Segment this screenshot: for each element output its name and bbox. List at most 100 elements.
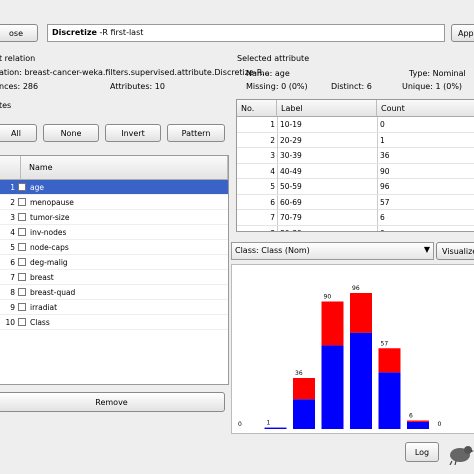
- type-label: Type:: [409, 69, 431, 78]
- log-button-label: Log: [414, 447, 430, 457]
- label-count-row-label: 20-29: [280, 135, 302, 145]
- attribute-row[interactable]: 10 Class: [0, 315, 228, 330]
- label-count-row[interactable]: 4 40-49 90: [237, 163, 474, 179]
- label-count-header-count[interactable]: Count: [377, 100, 474, 117]
- filter-name: Discretize: [52, 28, 97, 37]
- attribute-row-name: breast: [30, 273, 54, 282]
- label-count-row[interactable]: 3 30-39 36: [237, 148, 474, 164]
- attribute-checkbox[interactable]: [18, 183, 26, 191]
- attribute-checkbox[interactable]: [18, 303, 26, 311]
- attribute-checkbox[interactable]: [18, 243, 26, 251]
- visualize-button[interactable]: Visualize: [436, 242, 474, 260]
- attribute-row[interactable]: 4 inv-nodes: [0, 225, 228, 240]
- label-count-row-count: 96: [380, 182, 390, 191]
- label-count-row-label: 30-39: [280, 151, 302, 160]
- label-count-row-label: 60-69: [280, 197, 302, 207]
- attribute-row-name: age: [30, 183, 44, 192]
- attribute-checkbox[interactable]: [18, 288, 26, 296]
- attributes-table: Name 1 age 2 menopause 3 tumor-size 4 inv-nodes…: [0, 155, 229, 385]
- pattern-button[interactable]: Pattern: [167, 124, 225, 142]
- column-divider: [377, 225, 378, 231]
- all-button[interactable]: All: [0, 124, 37, 142]
- histogram-value-label: 1: [267, 420, 271, 427]
- attribute-checkbox[interactable]: [18, 318, 26, 326]
- attributes-count-label: Attributes:: [110, 82, 153, 91]
- attributes-table-header-name[interactable]: Name: [21, 156, 228, 180]
- type-value: Nominal: [432, 69, 466, 78]
- instances-label: nces:: [0, 82, 21, 91]
- column-divider: [277, 225, 278, 231]
- column-divider: [277, 194, 278, 210]
- column-divider: [277, 210, 278, 225]
- weka-bird-icon: [446, 443, 474, 466]
- attributes-count-line: Attributes: 10: [110, 82, 165, 91]
- filter-field[interactable]: Discretize -R first-last: [47, 24, 445, 42]
- relation-line: ation: breast-cancer-weka.filters.superv…: [0, 68, 270, 77]
- attribute-row[interactable]: 5 node-caps: [0, 240, 228, 255]
- choose-button[interactable]: ose: [0, 24, 38, 42]
- unique-value: 1 (0%): [435, 82, 463, 91]
- attribute-checkbox[interactable]: [18, 213, 26, 221]
- attribute-row-number: 9: [10, 303, 15, 312]
- attribute-row[interactable]: 1 age: [0, 180, 228, 195]
- attribute-row-number: 8: [10, 288, 15, 297]
- invert-button[interactable]: Invert: [105, 124, 161, 142]
- label-count-row-count: 0: [380, 120, 385, 129]
- label-count-header-label[interactable]: Label: [277, 100, 377, 117]
- attribute-row-number: 2: [10, 198, 15, 207]
- attribute-row[interactable]: 3 tumor-size: [0, 210, 228, 225]
- histogram-bar-red: [293, 378, 315, 400]
- label-count-row[interactable]: 1 10-19 0: [237, 117, 474, 133]
- label-count-row[interactable]: 7 70-79 6: [237, 210, 474, 226]
- column-label: Label: [281, 103, 303, 113]
- attribute-row[interactable]: 6 deg-malig: [0, 255, 228, 270]
- attribute-checkbox[interactable]: [18, 198, 26, 206]
- choose-button-label: ose: [9, 28, 23, 38]
- label-count-row[interactable]: 5 50-59 96: [237, 179, 474, 195]
- label-count-row-label: 40-49: [280, 166, 302, 176]
- distinct-line: Distinct: 6: [331, 82, 372, 91]
- missing-label: Missing:: [246, 82, 279, 91]
- attribute-row[interactable]: 7 breast: [0, 270, 228, 285]
- none-button[interactable]: None: [43, 124, 99, 142]
- label-count-row[interactable]: 8 80-89 0: [237, 225, 474, 232]
- label-count-row-number: 3: [270, 151, 275, 160]
- attribute-row[interactable]: 8 breast-quad: [0, 285, 228, 300]
- attribute-checkbox[interactable]: [18, 273, 26, 281]
- apply-button[interactable]: Appl: [451, 24, 474, 42]
- histogram-value-label: 96: [352, 285, 360, 292]
- label-count-row-label: 50-59: [280, 182, 302, 191]
- distinct-label: Distinct:: [331, 82, 365, 91]
- label-count-row-number: 2: [270, 135, 275, 145]
- log-button[interactable]: Log: [405, 442, 439, 462]
- attribute-row-number: 4: [10, 228, 15, 237]
- attribute-checkbox[interactable]: [18, 228, 26, 236]
- missing-line: Missing: 0 (0%): [246, 82, 308, 91]
- attribute-checkbox[interactable]: [18, 258, 26, 266]
- column-divider: [277, 179, 278, 194]
- remove-button[interactable]: Remove: [0, 392, 225, 412]
- attribute-row-name: inv-nodes: [30, 228, 67, 237]
- unique-label: Unique:: [402, 82, 433, 91]
- class-select[interactable]: Class: Class (Nom) ▼: [231, 242, 434, 260]
- label-count-row-count: 90: [380, 166, 390, 176]
- label-count-row-count: 1: [380, 135, 385, 145]
- column-count: Count: [381, 103, 405, 113]
- label-count-row[interactable]: 6 60-69 57: [237, 194, 474, 210]
- histogram-panel: 0 1 36 90 96 57 6 0: [231, 264, 474, 434]
- label-count-header-no[interactable]: No.: [237, 100, 277, 117]
- attribute-row[interactable]: 9 irradiat: [0, 300, 228, 315]
- invert-button-label: Invert: [121, 128, 145, 138]
- label-count-row[interactable]: 2 20-29 1: [237, 132, 474, 148]
- attributes-section-title: tes: [0, 101, 12, 110]
- label-count-row-number: 6: [270, 197, 275, 207]
- label-count-row-number: 8: [237, 229, 275, 232]
- unique-line: Unique: 1 (0%): [402, 82, 462, 91]
- column-divider: [377, 179, 378, 194]
- filter-args: -R first-last: [96, 28, 144, 37]
- attribute-row-name: deg-malig: [30, 258, 68, 267]
- label-count-row-label: 70-79: [280, 213, 302, 222]
- column-no: No.: [241, 103, 255, 113]
- attribute-row-name: Class: [30, 318, 50, 327]
- attribute-row[interactable]: 2 menopause: [0, 195, 228, 210]
